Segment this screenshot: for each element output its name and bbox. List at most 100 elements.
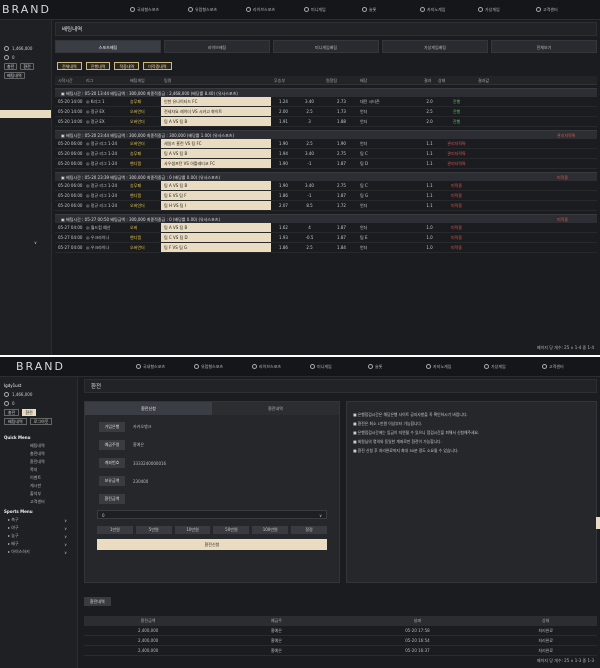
quick-menu-item[interactable]: 출석부 bbox=[0, 490, 77, 498]
sports-menu-item[interactable]: ▸ 농구 ∨ bbox=[0, 532, 77, 540]
tab-2[interactable]: 미니게임배팅 bbox=[273, 40, 379, 53]
amount-button[interactable]: 5만원 bbox=[135, 526, 172, 534]
cell[interactable]: 팀 A VS 팀 B bbox=[161, 149, 271, 158]
brand-logo[interactable]: BRAND bbox=[0, 3, 70, 16]
pagination-2[interactable]: 페이지 당 개수: 25 ∨ 1-3 중 1-3 bbox=[537, 658, 594, 664]
sports-menu-item[interactable]: ▸ 야구 ∨ bbox=[0, 524, 77, 532]
quick-menu-item[interactable]: 쪽지 bbox=[0, 466, 77, 474]
nav-label: 유럽형스포츠 bbox=[195, 6, 218, 12]
cell: 미적중 bbox=[450, 193, 463, 198]
nav-icon bbox=[252, 364, 257, 369]
withdraw-button[interactable]: 환전 bbox=[20, 63, 34, 70]
filter-button[interactable]: 전체내역 bbox=[57, 62, 82, 70]
sidebar-2: Igdy1ust 1,466,000 0 충전 환전 배팅내역 로그아웃 Qui… bbox=[0, 377, 78, 668]
amount-button[interactable]: 50만원 bbox=[213, 526, 250, 534]
pagination[interactable]: 페이지 당 개수: 25 ∨ 1-4 중 1-4 bbox=[537, 345, 594, 351]
logout-button[interactable]: 로그아웃 bbox=[29, 418, 53, 425]
nav-item[interactable]: 슬롯 bbox=[368, 364, 426, 370]
nav-icon bbox=[362, 7, 367, 12]
filter-button[interactable]: 진행내역 bbox=[85, 62, 111, 70]
nav-item[interactable]: 슬롯 bbox=[362, 7, 420, 13]
deposit-button[interactable]: 충전 bbox=[4, 63, 18, 70]
nav-item[interactable]: 라이브스포츠 bbox=[246, 7, 304, 13]
quick-menu-item[interactable]: 배팅내역 bbox=[0, 442, 77, 450]
cell: 핸디캡 bbox=[130, 193, 142, 198]
nav-label: 미니게임 bbox=[311, 6, 326, 12]
cell: 관리자적특 bbox=[447, 141, 466, 146]
nav-item[interactable]: 카지노게임 bbox=[426, 364, 484, 370]
cell: 언더 bbox=[360, 119, 368, 124]
tab-0[interactable]: 스포츠배팅 bbox=[55, 40, 161, 53]
nav-item[interactable]: 가상게임 bbox=[484, 364, 542, 370]
cell: 05-27 04:00 bbox=[58, 245, 83, 250]
cell: 언더 bbox=[360, 141, 368, 146]
chevron-down-icon[interactable]: ∨ bbox=[34, 240, 37, 245]
amount-button[interactable]: 10만원 bbox=[174, 526, 211, 534]
nav-item[interactable]: 고객센터 bbox=[542, 364, 600, 370]
withdraw-submit-button[interactable]: 환전신청 bbox=[97, 539, 327, 550]
history-tab[interactable]: 환전내역 bbox=[84, 597, 111, 606]
bet-history-button[interactable]: 배팅내역 bbox=[4, 72, 25, 79]
amount-button[interactable]: 1만원 bbox=[97, 526, 133, 534]
nav-item[interactable]: 국내형스포츠 bbox=[130, 7, 188, 13]
cell[interactable]: 세일즈 홈런 VS 팀 FC bbox=[161, 139, 271, 148]
amount-button[interactable]: 100만원 bbox=[252, 526, 289, 534]
nav-item[interactable]: 국내형스포츠 bbox=[136, 364, 194, 370]
quick-menu-item[interactable]: 충전내역 bbox=[0, 450, 77, 458]
nav-item[interactable]: 미니게임 bbox=[304, 7, 362, 13]
nav-item[interactable]: 유럽형스포츠 bbox=[194, 364, 252, 370]
sidebar-collapse[interactable]: ∨ bbox=[0, 238, 51, 247]
withdraw-tab[interactable]: 환전신청 bbox=[85, 402, 212, 415]
cell: 1.87 bbox=[337, 225, 346, 230]
quick-menu-item[interactable]: 게시판 bbox=[0, 482, 77, 490]
tab-1[interactable]: 라이브배팅 bbox=[164, 40, 270, 53]
cell[interactable]: 인천 유나이티드 FC bbox=[161, 97, 271, 106]
bet-history-button-2[interactable]: 배팅내역 bbox=[4, 418, 27, 425]
cell[interactable]: 사우샘프턴 VS 아틀레티코 FC bbox=[161, 159, 271, 168]
amount-button[interactable]: 정정 bbox=[291, 526, 327, 534]
cell[interactable]: 전세자요 레이더 VS 시카고 화이트 bbox=[161, 107, 271, 116]
withdraw-button-2[interactable]: 환전 bbox=[22, 409, 36, 416]
field-value: 홍예은 bbox=[133, 442, 145, 447]
nav-item[interactable]: 고객센터 bbox=[536, 7, 594, 13]
cell[interactable]: 팀 E VS 팀 F bbox=[161, 191, 271, 200]
cell[interactable]: 팀 A VS 팀 B bbox=[161, 223, 271, 232]
cell[interactable]: 팀 A VS 팀 B bbox=[161, 117, 271, 126]
brand-logo-2[interactable]: BRAND bbox=[0, 360, 136, 373]
sports-menu-item[interactable]: ▸ 아이스하키 ∨ bbox=[0, 548, 77, 556]
cell[interactable]: 팀 F VS 팀 G bbox=[161, 243, 271, 252]
filter-button[interactable]: 적중내역 bbox=[114, 62, 140, 70]
wallet-icon bbox=[4, 46, 9, 51]
side-tab-handle[interactable] bbox=[596, 517, 600, 529]
cell[interactable]: 팀 H VS 팀 I bbox=[161, 201, 271, 210]
withdraw-tab[interactable]: 환전내역 bbox=[212, 402, 339, 415]
sidebar-active-item[interactable] bbox=[0, 110, 51, 118]
side-actions: 충전 환전 bbox=[0, 62, 51, 71]
cell[interactable]: 팀 A VS 팀 B bbox=[161, 181, 271, 190]
sports-menu-item[interactable]: ▸ 배구 ∨ bbox=[0, 540, 77, 548]
tab-3[interactable]: 가상게임배팅 bbox=[382, 40, 488, 53]
cell: 언더 bbox=[360, 245, 368, 250]
nav-item[interactable]: 유럽형스포츠 bbox=[188, 7, 246, 13]
cell: 3.40 bbox=[305, 99, 314, 104]
deposit-button-2[interactable]: 충전 bbox=[4, 409, 20, 416]
nav-item[interactable]: 라이브스포츠 bbox=[252, 364, 310, 370]
amount-buttons: 1만원 5만원 10만원 50만원 100만원 정정 bbox=[97, 526, 327, 534]
nav-item[interactable]: 카지노게임 bbox=[420, 7, 478, 13]
cell: ◎ 정규 EX bbox=[86, 109, 105, 114]
quick-menu-item[interactable]: 이벤트 bbox=[0, 474, 77, 482]
nav-item[interactable]: 가상게임 bbox=[478, 7, 536, 13]
quick-menu-item[interactable]: 환전내역 bbox=[0, 458, 77, 466]
cell: 2.0 bbox=[426, 119, 433, 124]
cell: 1.62 bbox=[279, 225, 288, 230]
sports-menu-item[interactable]: ▸ 축구 ∨ bbox=[0, 516, 77, 524]
nav-label: 고객센터 bbox=[543, 6, 558, 12]
tab-4[interactable]: 전체보기 bbox=[491, 40, 597, 53]
nav-item[interactable]: 미니게임 bbox=[310, 364, 368, 370]
cell: 05-20 06:00 bbox=[58, 151, 83, 156]
cell[interactable]: 팀 C VS 팀 D bbox=[161, 233, 271, 242]
top-navbar-2: BRAND 국내형스포츠 유럽형스포츠 라이브스포츠 미니게임 슬롯 카지노게임 가상게임 고… bbox=[0, 357, 600, 377]
filter-button[interactable]: 미적중내역 bbox=[143, 62, 172, 70]
amount-input[interactable]: 0 ∨ bbox=[97, 510, 327, 519]
quick-menu-item[interactable]: 고객센터 bbox=[0, 498, 77, 506]
